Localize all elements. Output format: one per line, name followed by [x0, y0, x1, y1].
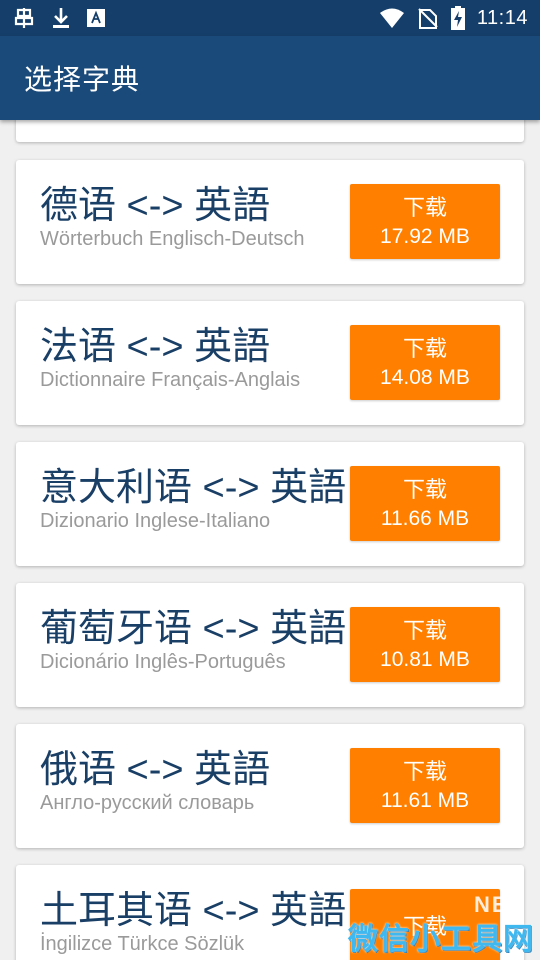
dictionary-subtitle: Wörterbuch Englisch-Deutsch	[40, 228, 305, 250]
dictionary-subtitle: Dictionnaire Français-Anglais	[40, 369, 301, 391]
download-size: 14.08 MB	[380, 365, 470, 389]
dictionary-title: 葡萄牙语 <-> 英語	[40, 608, 347, 650]
dictionary-list[interactable]: 德语 <-> 英語 Wörterbuch Englisch-Deutsch 下载…	[0, 120, 540, 960]
download-label: 下载	[402, 476, 447, 502]
status-bar: 11:14	[0, 0, 540, 36]
page-title: 选择字典	[24, 64, 141, 95]
download-size: 10.81 MB	[380, 647, 470, 671]
dictionary-subtitle: Англо-русский словарь	[40, 792, 255, 814]
dictionary-card-partial	[16, 120, 524, 142]
dictionary-card-portuguese: 葡萄牙语 <-> 英語 Dicionário Inglês-Português …	[16, 583, 524, 707]
download-label: 下载	[402, 913, 447, 939]
dictionary-title: 俄语 <-> 英語	[40, 749, 271, 791]
app-bar: 选择字典	[0, 36, 540, 120]
download-button[interactable]: 下载 17.92 MB	[350, 184, 500, 259]
download-size: 17.92 MB	[380, 224, 470, 248]
app-notification-icon	[12, 6, 36, 30]
dictionary-card-turkish: 土耳其语 <-> 英語 İngilizce Türkce Sözlük 下载	[16, 865, 524, 960]
download-label: 下载	[402, 617, 447, 643]
battery-charging-icon	[450, 6, 465, 30]
dictionary-title: 意大利语 <-> 英語	[40, 467, 347, 509]
download-label: 下载	[402, 335, 447, 361]
dictionary-subtitle: Dizionario Inglese-Italiano	[40, 510, 271, 532]
download-button[interactable]: 下载 10.81 MB	[350, 607, 500, 682]
dictionary-card-italian: 意大利语 <-> 英語 Dizionario Inglese-Italiano …	[16, 442, 524, 566]
wifi-icon	[379, 7, 405, 29]
dictionary-subtitle: Dicionário Inglês-Português	[40, 651, 286, 673]
download-size: 11.61 MB	[380, 788, 470, 812]
dictionary-card-russian: 俄语 <-> 英語 Англо-русский словарь 下载 11.61…	[16, 724, 524, 848]
download-button[interactable]: 下载	[350, 889, 500, 960]
no-sim-icon	[417, 7, 439, 29]
dictionary-title: 法语 <-> 英語	[40, 326, 271, 368]
dictionary-card-german: 德语 <-> 英語 Wörterbuch Englisch-Deutsch 下载…	[16, 160, 524, 284]
download-icon	[50, 6, 72, 30]
dictionary-title: 土耳其语 <-> 英語	[40, 890, 347, 932]
download-button[interactable]: 下载 14.08 MB	[350, 325, 500, 400]
dictionary-title: 德语 <-> 英語	[40, 185, 271, 227]
clock: 11:14	[476, 6, 528, 29]
dictionary-card-french: 法语 <-> 英語 Dictionnaire Français-Anglais …	[16, 301, 524, 425]
dictionary-subtitle: İngilizce Türkce Sözlük	[40, 933, 245, 955]
download-label: 下载	[402, 758, 447, 784]
download-label: 下载	[402, 194, 447, 220]
download-size: 11.66 MB	[380, 506, 470, 530]
download-button[interactable]: 下载 11.61 MB	[350, 748, 500, 823]
download-button[interactable]: 下载 11.66 MB	[350, 466, 500, 541]
font-icon	[86, 8, 106, 28]
